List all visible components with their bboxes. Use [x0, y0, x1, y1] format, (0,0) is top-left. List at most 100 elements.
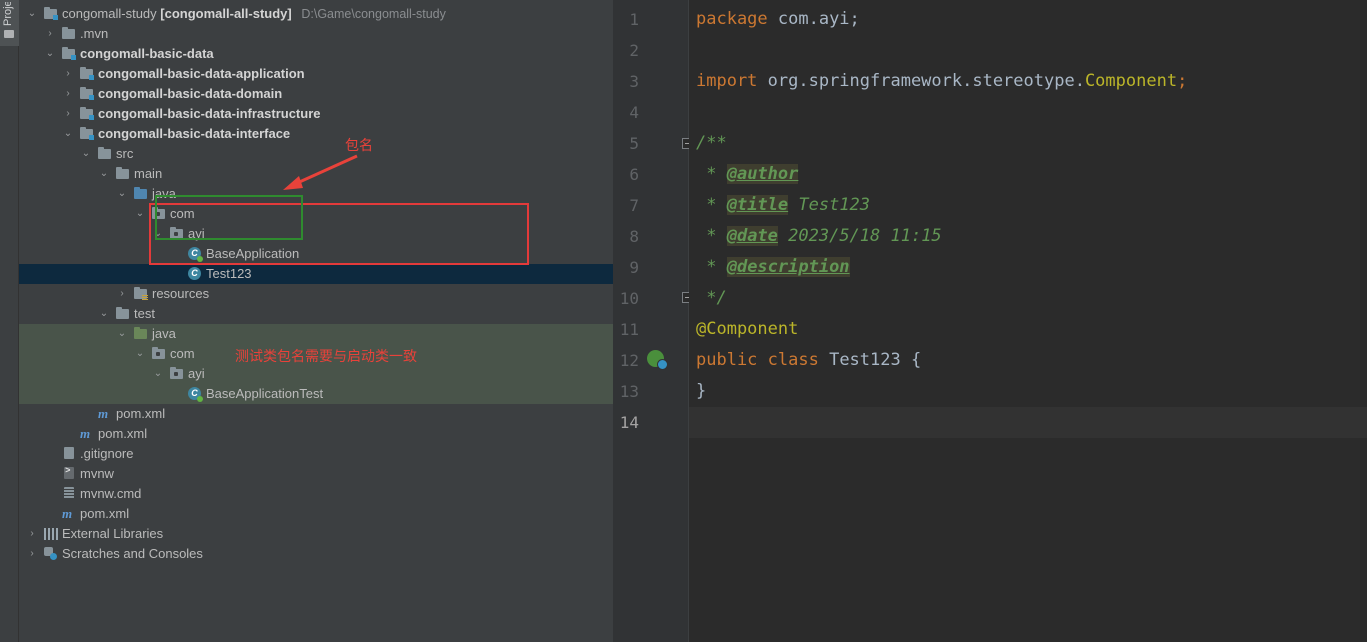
chevron-down-icon[interactable]: ⌄: [116, 187, 128, 201]
chevron-right-icon[interactable]: ›: [62, 87, 74, 101]
line-number: 13: [619, 382, 639, 401]
chevron-right-icon[interactable]: ›: [62, 67, 74, 81]
project-tool-tab[interactable]: Project: [0, 0, 19, 46]
module-folder-icon: [62, 47, 78, 61]
tree-row-base-application-test[interactable]: C BaseApplicationTest: [19, 384, 613, 404]
tree-row-test123[interactable]: C Test123: [19, 264, 613, 284]
annotation-package-name: 包名: [345, 138, 373, 154]
tree-item-label: src: [116, 146, 134, 161]
chevron-right-icon[interactable]: ›: [26, 527, 38, 541]
chevron-right-icon[interactable]: ›: [26, 547, 38, 561]
tree-row-mvn[interactable]: › .mvn: [19, 24, 613, 44]
chevron-down-icon[interactable]: ⌄: [80, 147, 92, 161]
line-number: 8: [629, 227, 639, 246]
folder-icon: [98, 147, 114, 161]
tree-item-label: ayi: [188, 366, 205, 381]
tree-item-label: Test123: [206, 266, 252, 281]
code-line-13: }: [696, 381, 707, 401]
code-line-7: * @title Test123: [696, 195, 871, 215]
line-number: 5: [629, 134, 639, 153]
line-number: 3: [629, 72, 639, 91]
tree-row-basic-data-pom[interactable]: m pom.xml: [19, 424, 613, 444]
tree-item-label: pom.xml: [80, 506, 130, 521]
tree-row-test-java[interactable]: ⌄ java: [19, 324, 613, 344]
tree-item-label: java: [152, 326, 176, 341]
folder-icon: [4, 30, 14, 38]
tree-row-test-ayi[interactable]: ⌄ ayi: [19, 364, 613, 384]
tree-item-label: com: [170, 346, 195, 361]
tree-item-label: congomall-basic-data-domain: [98, 86, 283, 101]
line-number: 4: [629, 103, 639, 122]
tree-row-mvnw[interactable]: mvnw: [19, 464, 613, 484]
current-line-highlight: [689, 407, 1367, 438]
root-name: congomall-study: [62, 6, 157, 21]
tree-row-resources[interactable]: › resources: [19, 284, 613, 304]
chevron-down-icon[interactable]: ⌄: [44, 47, 56, 61]
project-tree: ⌄ congomall-study [congomall-all-study] …: [19, 0, 613, 642]
tree-item-label: congomall-basic-data-infrastructure: [98, 106, 321, 121]
tree-row-scratches[interactable]: › Scratches and Consoles: [19, 544, 613, 564]
resources-folder-icon: [134, 287, 150, 301]
chevron-down-icon[interactable]: ⌄: [116, 327, 128, 341]
package-icon: [152, 347, 168, 361]
module-folder-icon: [80, 107, 96, 121]
chevron-down-icon[interactable]: ⌄: [134, 347, 146, 361]
folder-icon: [62, 27, 78, 41]
tree-row-basic-data[interactable]: ⌄ congomall-basic-data: [19, 44, 613, 64]
line-number: 7: [629, 196, 639, 215]
chevron-right-icon[interactable]: ›: [116, 287, 128, 301]
chevron-down-icon[interactable]: ⌄: [98, 307, 110, 321]
tree-row-interface-pom[interactable]: m pom.xml: [19, 404, 613, 424]
annotation-green-box: [155, 195, 303, 240]
code-editor[interactable]: package com.ayi; import org.springframew…: [689, 0, 1367, 642]
tree-row-domain[interactable]: › congomall-basic-data-domain: [19, 84, 613, 104]
code-line-3: import org.springframework.stereotype.Co…: [696, 71, 1188, 91]
chevron-down-icon[interactable]: ⌄: [134, 207, 146, 221]
folder-icon: [116, 307, 132, 321]
tree-item-label: congomall-basic-data-application: [98, 66, 305, 81]
spring-bean-icon[interactable]: [647, 350, 668, 370]
line-number-current: 14: [619, 413, 639, 432]
code-line-8: * @date 2023/5/18 11:15: [696, 226, 942, 246]
maven-icon: m: [62, 506, 73, 521]
chevron-right-icon[interactable]: ›: [62, 107, 74, 121]
text-file-icon: [62, 487, 78, 501]
library-icon: [44, 527, 60, 541]
package-icon: [170, 367, 186, 381]
tree-item-label: Scratches and Consoles: [62, 546, 203, 561]
tree-item-label: pom.xml: [116, 406, 166, 421]
tree-row-mvnw-cmd[interactable]: mvnw.cmd: [19, 484, 613, 504]
line-number: 11: [619, 320, 639, 339]
line-number: 9: [629, 258, 639, 277]
module-folder-icon: [80, 67, 96, 81]
tree-row-infrastructure[interactable]: › congomall-basic-data-infrastructure: [19, 104, 613, 124]
tree-row-root[interactable]: ⌄ congomall-study [congomall-all-study] …: [19, 4, 613, 24]
file-icon: [62, 447, 78, 461]
code-line-12: public class Test123 {: [696, 350, 922, 370]
chevron-down-icon[interactable]: ⌄: [152, 367, 164, 381]
chevron-down-icon[interactable]: ⌄: [26, 7, 38, 21]
tree-item-label: congomall-basic-data-interface: [98, 126, 291, 141]
tool-window-strip: Project: [0, 0, 19, 642]
chevron-right-icon[interactable]: ›: [44, 27, 56, 41]
module-folder-icon: [80, 127, 96, 141]
tree-row-interface[interactable]: ⌄ congomall-basic-data-interface: [19, 124, 613, 144]
tree-row-external-libraries[interactable]: › External Libraries: [19, 524, 613, 544]
chevron-down-icon[interactable]: ⌄: [98, 167, 110, 181]
class-icon: C: [188, 267, 204, 281]
tree-row-gitignore[interactable]: .gitignore: [19, 444, 613, 464]
tree-item-label: test: [134, 306, 155, 321]
tree-row-application[interactable]: › congomall-basic-data-application: [19, 64, 613, 84]
editor-gutter: 1 2 3 4 5 6 7 8 9 10 11 12 13 14: [613, 0, 693, 642]
chevron-down-icon[interactable]: ⌄: [62, 127, 74, 141]
root-path: D:\Game\congomall-study: [301, 7, 446, 21]
code-line-11: @Component: [696, 319, 799, 339]
code-line-6: * @author: [696, 164, 799, 184]
maven-icon: m: [98, 406, 109, 421]
tree-item-label: pom.xml: [98, 426, 148, 441]
module-folder-icon: [44, 7, 60, 21]
tree-row-root-pom[interactable]: m pom.xml: [19, 504, 613, 524]
terminal-file-icon: [62, 465, 78, 481]
tree-row-test[interactable]: ⌄ test: [19, 304, 613, 324]
module-folder-icon: [80, 87, 96, 101]
